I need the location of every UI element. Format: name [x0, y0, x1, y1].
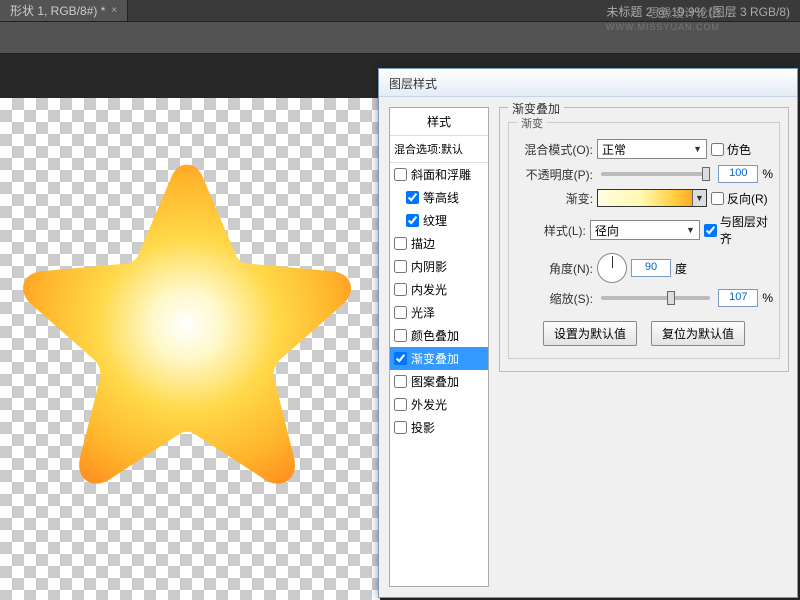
tab-label: 形状 1, RGB/8#) *: [10, 2, 105, 19]
set-default-button[interactable]: 设置为默认值: [543, 321, 637, 346]
percent-label: %: [762, 167, 773, 181]
chevron-down-icon: ▼: [693, 144, 702, 154]
checkbox[interactable]: [394, 168, 407, 181]
style-bevel[interactable]: 斜面和浮雕: [390, 163, 488, 186]
style-satin[interactable]: 光泽: [390, 301, 488, 324]
styles-list: 样式 混合选项:默认 斜面和浮雕 等高线 纹理 描边 内阴影 内发光 光泽 颜色…: [389, 107, 489, 587]
style-stroke[interactable]: 描边: [390, 232, 488, 255]
chevron-down-icon: ▼: [686, 225, 695, 235]
angle-input[interactable]: 90: [631, 259, 671, 277]
style-label: 样式(L):: [515, 222, 586, 239]
style-contour[interactable]: 等高线: [390, 186, 488, 209]
close-icon[interactable]: ×: [111, 5, 117, 16]
checkbox[interactable]: [394, 260, 407, 273]
angle-label: 角度(N):: [515, 260, 593, 277]
subgroup-title: 渐变: [517, 115, 547, 131]
gradient-picker[interactable]: ▼: [597, 189, 707, 207]
style-gradient-overlay[interactable]: 渐变叠加: [390, 347, 488, 370]
blend-mode-label: 混合模式(O):: [515, 141, 593, 158]
gradient-label: 渐变:: [515, 190, 593, 207]
opacity-label: 不透明度(P):: [515, 166, 593, 183]
degree-label: 度: [675, 260, 687, 277]
scale-label: 缩放(S):: [515, 290, 593, 307]
document-tab-1[interactable]: 形状 1, RGB/8#) * ×: [0, 0, 128, 21]
style-color-overlay[interactable]: 颜色叠加: [390, 324, 488, 347]
layer-style-dialog: 图层样式 样式 混合选项:默认 斜面和浮雕 等高线 纹理 描边 内阴影 内发光 …: [378, 68, 798, 598]
reset-default-button[interactable]: 复位为默认值: [651, 321, 745, 346]
checkbox[interactable]: [406, 191, 419, 204]
style-pattern-overlay[interactable]: 图案叠加: [390, 370, 488, 393]
checkbox[interactable]: [394, 306, 407, 319]
scale-slider[interactable]: [601, 296, 710, 300]
gradient-style-select[interactable]: 径向▼: [590, 220, 700, 240]
reverse-checkbox[interactable]: 反向(R): [711, 190, 768, 207]
opacity-slider[interactable]: [601, 172, 710, 176]
style-outer-glow[interactable]: 外发光: [390, 393, 488, 416]
checkbox[interactable]: [394, 421, 407, 434]
align-checkbox[interactable]: 与图层对齐: [704, 213, 773, 247]
opacity-input[interactable]: 100: [718, 165, 758, 183]
checkbox[interactable]: [394, 329, 407, 342]
watermark: 思缘设计论坛 WWW.MISSYUAN.COM: [606, 6, 720, 34]
checkbox[interactable]: [394, 237, 407, 250]
chevron-down-icon: ▼: [695, 193, 704, 203]
percent-label: %: [762, 291, 773, 305]
style-inner-glow[interactable]: 内发光: [390, 278, 488, 301]
scale-input[interactable]: 107: [718, 289, 758, 307]
checkbox[interactable]: [394, 375, 407, 388]
blend-options-header[interactable]: 混合选项:默认: [390, 136, 488, 163]
styles-header[interactable]: 样式: [390, 108, 488, 136]
style-texture[interactable]: 纹理: [390, 209, 488, 232]
checkbox[interactable]: [406, 214, 419, 227]
blend-mode-select[interactable]: 正常▼: [597, 139, 707, 159]
checkbox[interactable]: [394, 352, 407, 365]
star-shape: [0, 132, 388, 532]
style-drop-shadow[interactable]: 投影: [390, 416, 488, 439]
checkbox[interactable]: [394, 283, 407, 296]
style-inner-shadow[interactable]: 内阴影: [390, 255, 488, 278]
checkbox[interactable]: [394, 398, 407, 411]
dialog-title: 图层样式: [379, 69, 797, 97]
angle-dial[interactable]: [597, 253, 627, 283]
dither-checkbox[interactable]: 仿色: [711, 141, 751, 158]
